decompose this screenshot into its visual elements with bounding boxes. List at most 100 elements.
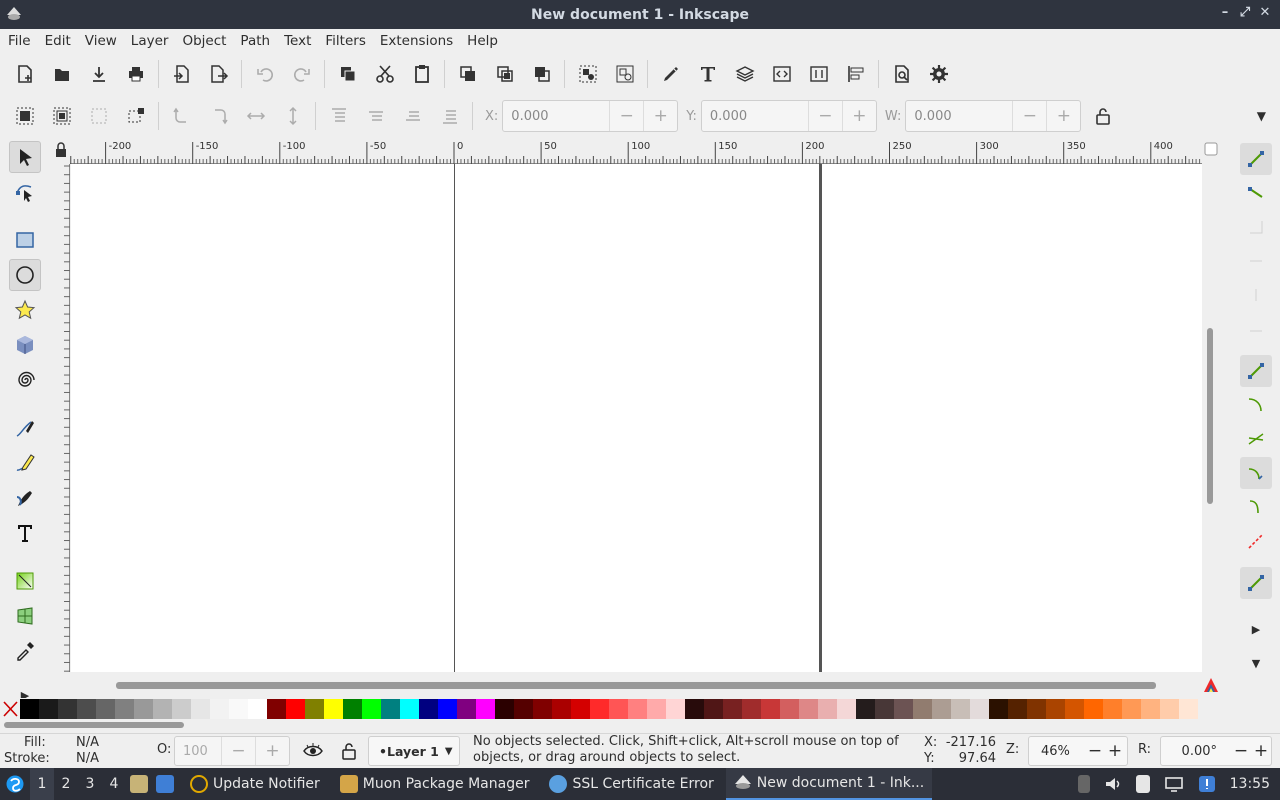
color-swatch[interactable] [1008, 699, 1027, 719]
color-swatch[interactable] [286, 699, 305, 719]
color-swatch[interactable] [856, 699, 875, 719]
network-icon[interactable] [1164, 775, 1184, 793]
color-swatch[interactable] [381, 699, 400, 719]
group-button[interactable] [572, 58, 604, 90]
deselect-button[interactable] [83, 100, 115, 132]
snap-cusp-button[interactable] [1240, 457, 1272, 489]
new-document-button[interactable] [9, 58, 41, 90]
workspace-1[interactable]: 1 [30, 768, 54, 800]
color-swatch[interactable] [552, 699, 571, 719]
horizontal-scrollbar[interactable] [70, 672, 1202, 698]
raise-to-top-button[interactable] [323, 100, 355, 132]
paste-button[interactable] [406, 58, 438, 90]
color-swatch[interactable] [96, 699, 115, 719]
save-button[interactable] [83, 58, 115, 90]
clone-button[interactable] [489, 58, 521, 90]
workspace-2[interactable]: 2 [54, 776, 78, 792]
color-swatch[interactable] [362, 699, 381, 719]
color-swatch[interactable] [894, 699, 913, 719]
color-swatch[interactable] [305, 699, 324, 719]
ellipse-tool[interactable] [9, 259, 41, 291]
updates-tray-icon[interactable] [1198, 775, 1216, 793]
color-swatch[interactable] [153, 699, 172, 719]
color-swatch[interactable] [1027, 699, 1046, 719]
volume-icon[interactable] [1104, 775, 1122, 793]
task-update-notifier[interactable]: Update Notifier [182, 768, 328, 800]
fill-value[interactable]: N/A [76, 735, 99, 750]
copy-button[interactable] [332, 58, 364, 90]
raise-button[interactable] [360, 100, 392, 132]
zoom-corner-icon[interactable] [1202, 138, 1220, 164]
star-tool[interactable] [9, 294, 41, 326]
color-swatch[interactable] [267, 699, 286, 719]
color-swatch[interactable] [913, 699, 932, 719]
color-swatch[interactable] [343, 699, 362, 719]
print-button[interactable] [120, 58, 152, 90]
xml-editor-button[interactable] [766, 58, 798, 90]
rotate-cw-button[interactable] [203, 100, 235, 132]
snap-paths-button[interactable] [1240, 389, 1272, 421]
color-swatch[interactable] [1141, 699, 1160, 719]
color-swatch[interactable] [628, 699, 647, 719]
color-swatch[interactable] [248, 699, 267, 719]
w-minus-button[interactable]: − [1012, 101, 1046, 131]
color-swatch[interactable] [970, 699, 989, 719]
color-swatch[interactable] [742, 699, 761, 719]
x-spinbox[interactable]: 0.000 − + [502, 100, 679, 132]
color-swatch[interactable] [723, 699, 742, 719]
dropper-tool[interactable] [9, 635, 41, 667]
snap-bbox-center-button[interactable] [1240, 313, 1272, 345]
zoom-field[interactable]: 46% [1029, 744, 1085, 759]
color-swatch[interactable] [1065, 699, 1084, 719]
task-muon-package-manager[interactable]: Muon Package Manager [332, 768, 538, 800]
menu-object[interactable]: Object [182, 33, 234, 49]
toggle-layer-visibility-button[interactable] [302, 741, 324, 765]
import-button[interactable] [166, 58, 198, 90]
color-swatch[interactable] [20, 699, 39, 719]
vertical-scrollbar[interactable] [1202, 164, 1220, 672]
calligraphy-tool[interactable] [9, 482, 41, 514]
palette-menu-arrow[interactable]: ▼ [1240, 647, 1272, 679]
color-swatch[interactable] [229, 699, 248, 719]
task-inkscape[interactable]: New document 1 - Ink... [725, 768, 933, 800]
gradient-tool[interactable] [9, 565, 41, 597]
snap-bbox-midpoint-button[interactable] [1240, 279, 1272, 311]
y-plus-button[interactable]: + [841, 101, 876, 131]
color-swatch[interactable] [951, 699, 970, 719]
document-properties-button[interactable] [886, 58, 918, 90]
color-swatch[interactable] [1046, 699, 1065, 719]
snap-bbox-edge-button[interactable] [1240, 211, 1272, 243]
open-button[interactable] [46, 58, 78, 90]
color-swatch[interactable] [685, 699, 704, 719]
spiral-tool[interactable] [9, 364, 41, 396]
color-swatch[interactable] [324, 699, 343, 719]
touch-select-button[interactable] [120, 100, 152, 132]
color-swatch[interactable] [39, 699, 58, 719]
start-menu-button[interactable] [0, 768, 30, 800]
rotate-minus-button[interactable]: − [1231, 741, 1251, 761]
color-swatch[interactable] [495, 699, 514, 719]
unlink-clone-button[interactable] [526, 58, 558, 90]
stroke-value[interactable]: N/A [76, 751, 99, 766]
color-swatch[interactable] [419, 699, 438, 719]
color-swatch[interactable] [609, 699, 628, 719]
lower-button[interactable] [397, 100, 429, 132]
menu-view[interactable]: View [85, 33, 125, 49]
color-swatch[interactable] [989, 699, 1008, 719]
color-swatch[interactable] [761, 699, 780, 719]
ungroup-button[interactable] [609, 58, 641, 90]
w-plus-button[interactable]: + [1046, 101, 1080, 131]
flip-horizontal-button[interactable] [240, 100, 272, 132]
menu-path[interactable]: Path [240, 33, 278, 49]
color-swatch[interactable] [780, 699, 799, 719]
opacity-spinbox[interactable]: 100 − + [174, 736, 290, 766]
tray-clipboard-icon[interactable] [1077, 775, 1090, 793]
undo-button[interactable] [249, 58, 281, 90]
rectangle-tool[interactable] [9, 224, 41, 256]
layer-dropdown[interactable]: •Layer 1 ▼ [368, 736, 460, 766]
snap-bbox-corner-button[interactable] [1240, 245, 1272, 277]
color-swatch[interactable] [932, 699, 951, 719]
preferences-button[interactable] [923, 58, 955, 90]
text-font-button[interactable] [692, 58, 724, 90]
color-swatch[interactable] [590, 699, 609, 719]
